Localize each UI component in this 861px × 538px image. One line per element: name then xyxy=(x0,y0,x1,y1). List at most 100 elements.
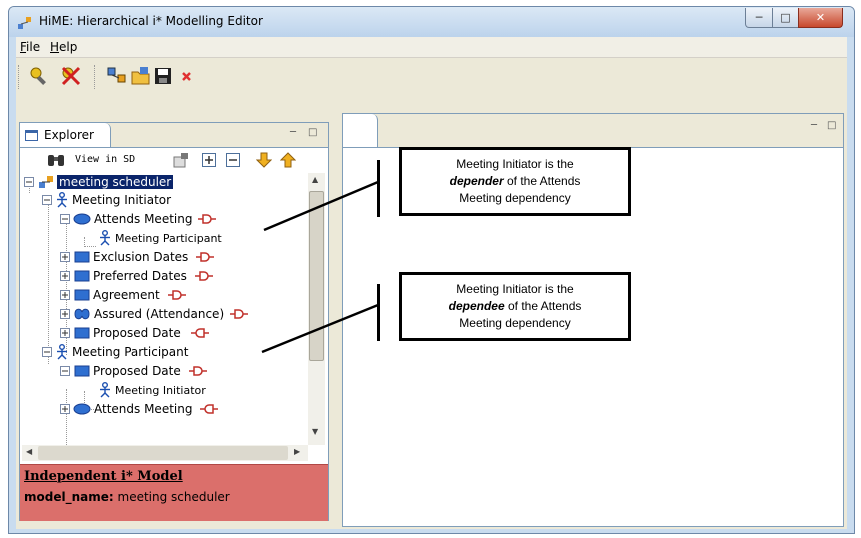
app-icon xyxy=(18,17,31,29)
explorer-panel: Explorer ─ □ View in SD meeting schedule… xyxy=(19,122,329,521)
collapse-toggle-icon[interactable] xyxy=(24,176,35,188)
tree-node-resource-exclusion-dates[interactable]: Exclusion Dates xyxy=(60,248,215,266)
expand-toggle-icon[interactable] xyxy=(60,308,71,320)
panel-maximize-icon[interactable]: □ xyxy=(308,127,317,138)
maximize-button[interactable]: □ xyxy=(772,8,799,28)
minimize-button[interactable]: ─ xyxy=(745,8,773,28)
dependency-icon xyxy=(230,309,249,319)
softgoal-icon xyxy=(74,308,90,320)
model-name-key: model_name: xyxy=(24,490,114,504)
model-tree[interactable]: meeting scheduler Meeting Initiator Atte… xyxy=(22,173,307,445)
arrow-up-icon[interactable] xyxy=(280,152,296,168)
collapse-toggle-icon[interactable] xyxy=(60,365,71,377)
panel-minimize-icon[interactable]: ─ xyxy=(811,120,817,131)
tree-node-label: Attends Meeting xyxy=(94,212,193,226)
resource-icon xyxy=(74,365,90,377)
dependency-icon xyxy=(167,290,186,300)
properties-title: Independent i* Model xyxy=(24,469,183,484)
expand-toggle-icon[interactable] xyxy=(60,251,71,263)
add-node-icon[interactable] xyxy=(173,152,189,168)
scroll-left-icon[interactable]: ◀ xyxy=(26,447,32,456)
tree-node-label: Proposed Date xyxy=(93,326,181,340)
expand-all-icon[interactable] xyxy=(201,152,217,168)
tree-node-label: Attends Meeting xyxy=(94,402,193,416)
resource-icon xyxy=(74,327,90,339)
expand-toggle-icon[interactable] xyxy=(60,403,71,415)
expand-toggle-icon[interactable] xyxy=(60,289,71,301)
save-icon[interactable] xyxy=(152,65,174,87)
menu-help[interactable]: Help xyxy=(50,40,77,54)
tree-node-label: Preferred Dates xyxy=(93,269,187,283)
arrow-down-icon[interactable] xyxy=(256,152,272,168)
menu-file[interactable]: File xyxy=(20,40,40,54)
new-model-icon[interactable] xyxy=(106,65,128,87)
tree-horizontal-scrollbar[interactable]: ◀ ▶ xyxy=(22,445,308,461)
tree-node-resource-proposed-date-2[interactable]: Proposed Date xyxy=(60,362,207,380)
delete-icon[interactable] xyxy=(176,65,198,87)
tree-node-softgoal-assured[interactable]: Assured (Attendance) xyxy=(60,305,249,323)
connect-icon[interactable] xyxy=(28,65,50,87)
panel-maximize-icon[interactable]: □ xyxy=(827,120,836,131)
binoculars-icon[interactable] xyxy=(46,152,66,168)
scroll-up-icon[interactable]: ▲ xyxy=(312,175,318,184)
expand-toggle-icon[interactable] xyxy=(60,327,71,339)
scroll-down-icon[interactable]: ▼ xyxy=(312,427,318,436)
tree-node-goal-attends-meeting[interactable]: Attends Meeting xyxy=(60,210,217,228)
scrollbar-thumb[interactable] xyxy=(38,446,288,460)
tree-node-label: meeting scheduler xyxy=(57,175,174,189)
tree-node-actor-initiator-child[interactable]: Meeting Initiator xyxy=(98,381,206,399)
panel-minimize-icon[interactable]: ─ xyxy=(290,127,296,138)
disconnect-icon[interactable] xyxy=(60,65,82,87)
maximize-icon: □ xyxy=(780,11,791,24)
toolbar-grip xyxy=(18,65,21,89)
dependency-icon xyxy=(198,214,217,224)
callout-dependee: Meeting Initiator is the dependee of the… xyxy=(399,272,631,341)
collapse-toggle-icon[interactable] xyxy=(60,213,71,225)
dependency-icon xyxy=(196,252,215,262)
expand-toggle-icon[interactable] xyxy=(60,270,71,282)
scrollbar-thumb[interactable] xyxy=(309,191,324,361)
properties-panel: Independent i* Model model_name: meeting… xyxy=(20,464,328,521)
tree-node-resource-agreement[interactable]: Agreement xyxy=(60,286,186,304)
minimize-icon: ─ xyxy=(755,11,763,24)
model-name-value: meeting scheduler xyxy=(117,490,230,504)
title-bar[interactable]: HiME: Hierarchical i* Modelling Editor ─… xyxy=(9,7,854,37)
menu-bar: File Help xyxy=(16,37,847,58)
tree-node-actor-initiator[interactable]: Meeting Initiator xyxy=(42,191,171,209)
resource-icon xyxy=(74,289,90,301)
open-folder-icon[interactable] xyxy=(130,65,152,87)
tree-node-actor-participant-child[interactable]: Meeting Participant xyxy=(98,229,222,247)
tree-vertical-scrollbar[interactable]: ▲ ▼ xyxy=(308,173,325,445)
editor-tab[interactable] xyxy=(343,114,378,147)
close-button[interactable]: ✕ xyxy=(798,8,843,28)
toolbar-separator xyxy=(94,65,97,89)
model-name-row: model_name: meeting scheduler xyxy=(24,490,230,504)
tree-node-root[interactable]: meeting scheduler xyxy=(24,173,174,191)
goal-ellipse-icon xyxy=(73,403,91,415)
goal-ellipse-icon xyxy=(73,213,91,225)
tree-guide xyxy=(48,200,49,364)
dependency-icon xyxy=(194,271,213,281)
view-in-sd-button[interactable]: View in SD xyxy=(75,154,135,165)
dependency-icon xyxy=(188,366,207,376)
collapse-toggle-icon[interactable] xyxy=(42,346,53,358)
resource-icon xyxy=(74,270,90,282)
tree-node-actor-participant[interactable]: Meeting Participant xyxy=(42,343,188,361)
callout-emphasis: depender xyxy=(449,174,504,188)
callout-line: Meeting dependency xyxy=(459,316,571,330)
tree-node-label: Exclusion Dates xyxy=(93,250,189,264)
callout-bracket xyxy=(377,284,380,341)
collapse-toggle-icon[interactable] xyxy=(42,194,53,206)
callout-depender: Meeting Initiator is the depender of the… xyxy=(399,147,631,216)
tree-node-goal-attends-meeting-2[interactable]: Attends Meeting xyxy=(60,400,219,418)
tree-node-label: Meeting Initiator xyxy=(72,193,172,207)
tree-node-resource-proposed-date[interactable]: Proposed Date xyxy=(60,324,209,342)
scroll-right-icon[interactable]: ▶ xyxy=(294,447,300,456)
tree-node-label: Assured (Attendance) xyxy=(94,307,225,321)
explorer-toolbar: View in SD xyxy=(20,148,328,172)
tree-node-resource-preferred-dates[interactable]: Preferred Dates xyxy=(60,267,213,285)
tab-explorer[interactable]: Explorer xyxy=(20,123,111,147)
callout-line: Meeting dependency xyxy=(459,191,571,205)
app-window: HiME: Hierarchical i* Modelling Editor ─… xyxy=(8,6,855,534)
collapse-all-icon[interactable] xyxy=(225,152,241,168)
